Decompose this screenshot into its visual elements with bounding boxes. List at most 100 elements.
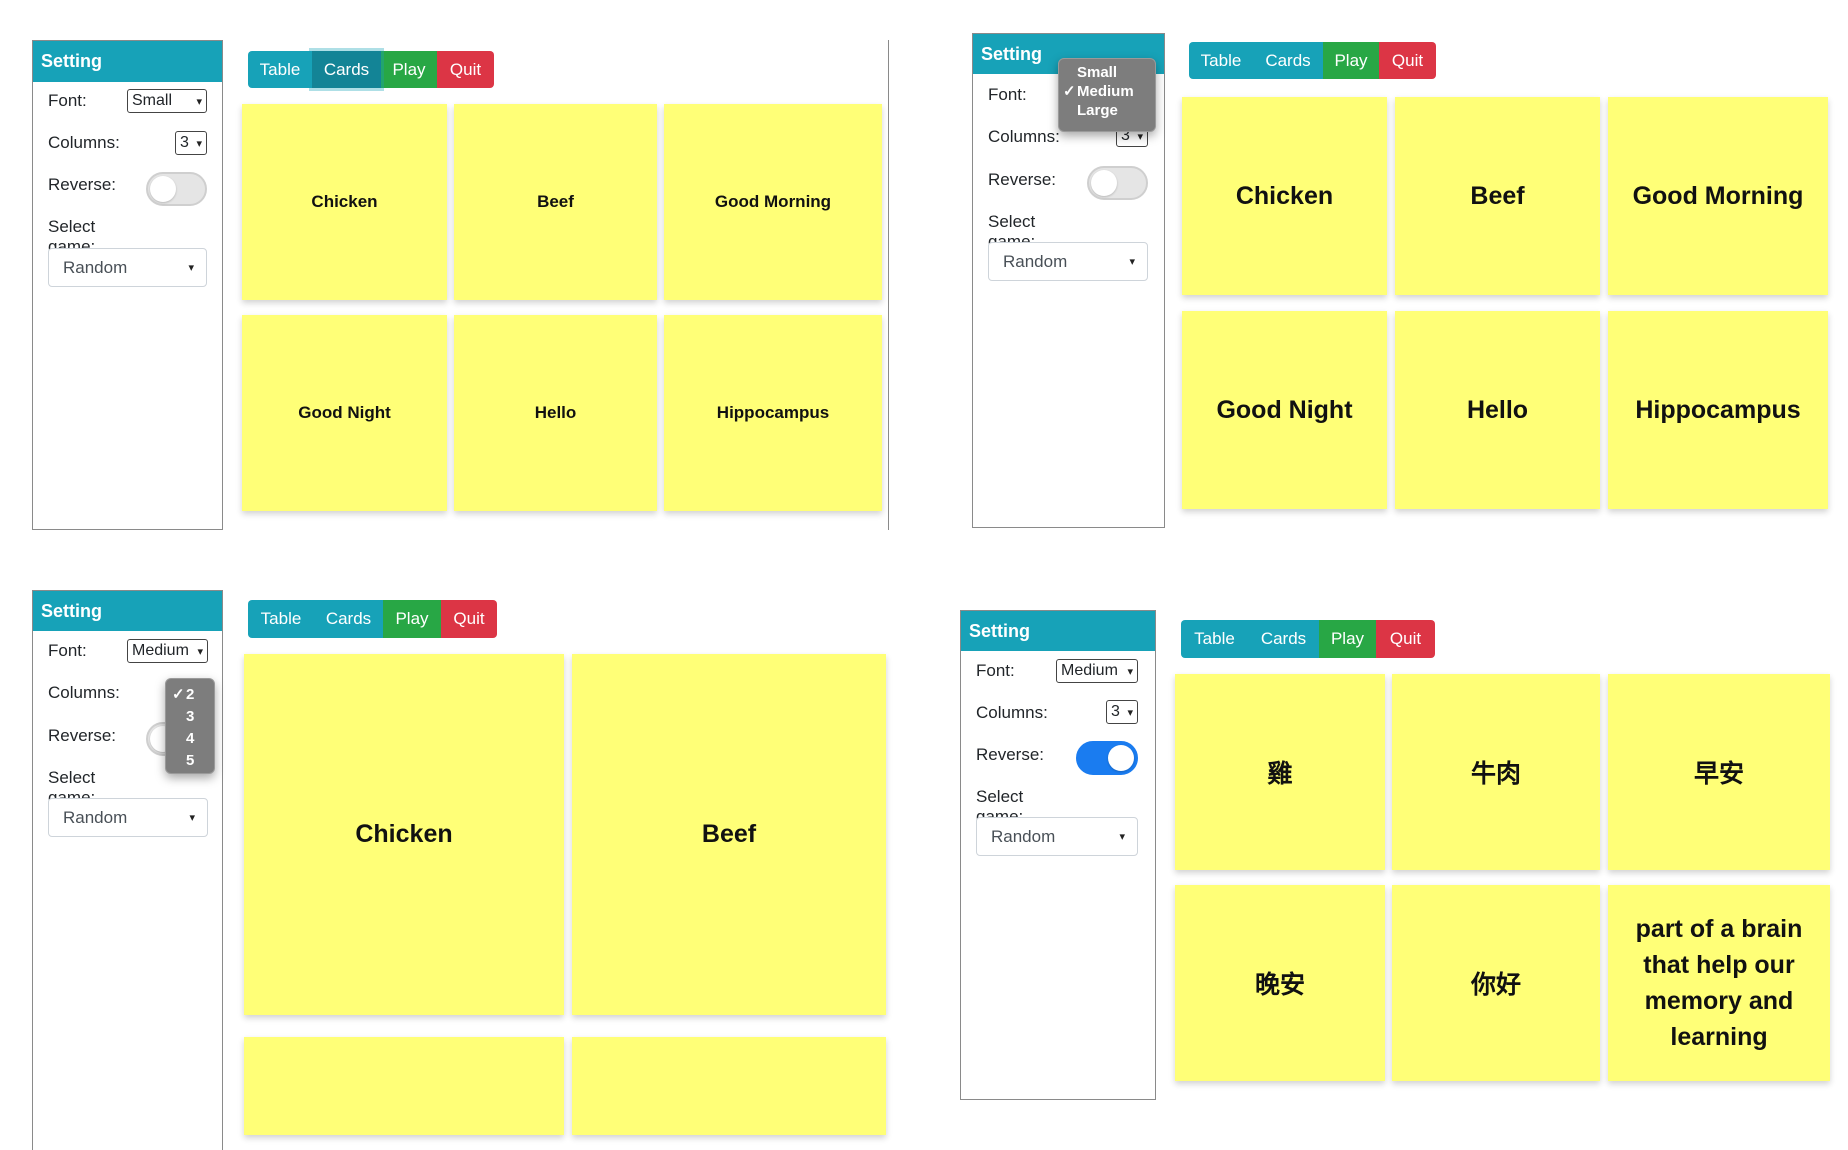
flash-card[interactable]: Beef [1395, 97, 1600, 295]
toggle-knob [1091, 170, 1117, 196]
columns-label: Columns: [48, 683, 120, 702]
chevron-down-icon: ▾ [189, 812, 195, 824]
flash-card[interactable]: 你好 [1392, 885, 1600, 1081]
columns-select[interactable]: 3 ▾ [1106, 700, 1138, 724]
flash-card[interactable]: Hello [454, 315, 657, 511]
game-select[interactable]: Random ▾ [48, 798, 208, 837]
font-select-value: Medium [1061, 662, 1118, 679]
flash-card[interactable]: Hippocampus [1608, 311, 1828, 509]
font-select-value: Medium [132, 642, 189, 659]
content-border [888, 40, 889, 530]
font-label: Font: [988, 85, 1027, 104]
dropdown-option-selected[interactable]: ✓2 [172, 684, 210, 706]
flash-card[interactable]: Chicken [1182, 97, 1387, 295]
mode-button-group: Table Cards Play Quit [248, 600, 497, 638]
columns-label: Columns: [976, 703, 1048, 722]
flash-card[interactable]: Beef [572, 654, 886, 1015]
flash-card[interactable]: 晚安 [1175, 885, 1385, 1081]
flash-card[interactable]: Good Night [242, 315, 447, 511]
reverse-label: Reverse: [988, 170, 1057, 189]
cards-button[interactable]: Cards [314, 600, 383, 638]
columns-select[interactable]: 3 ▾ [175, 131, 207, 155]
cards-button[interactable]: Cards [1253, 42, 1323, 79]
flash-card[interactable]: Good Night [1182, 311, 1387, 509]
quit-button[interactable]: Quit [1379, 42, 1436, 79]
font-select[interactable]: Small ▾ [127, 89, 207, 113]
chevron-down-icon: ▾ [1127, 706, 1133, 719]
flash-card[interactable]: 雞 [1175, 674, 1385, 870]
dropdown-option[interactable]: 5 [172, 750, 210, 772]
chevron-down-icon: ▾ [1127, 665, 1133, 678]
game-select[interactable]: Random ▾ [48, 248, 207, 287]
dropdown-option-selected[interactable]: ✓Medium [1063, 82, 1151, 101]
flash-card[interactable]: Beef [454, 104, 657, 300]
dropdown-option[interactable]: 3 [172, 706, 210, 728]
quit-button[interactable]: Quit [437, 51, 494, 88]
check-icon: ✓ [172, 686, 185, 703]
chevron-down-icon: ▾ [196, 137, 202, 150]
flash-card[interactable]: Hello [1395, 311, 1600, 509]
cards-button[interactable]: Cards [312, 51, 381, 88]
font-select-value: Small [132, 92, 173, 109]
game-select-value: Random [63, 807, 128, 827]
flash-card[interactable] [244, 1037, 564, 1135]
toggle-knob [1108, 745, 1134, 771]
font-dropdown-menu: Small ✓Medium Large [1058, 58, 1156, 132]
flash-card[interactable]: Hippocampus [664, 315, 882, 511]
flash-card[interactable]: 早安 [1608, 674, 1830, 870]
quit-button[interactable]: Quit [441, 600, 497, 638]
columns-label: Columns: [48, 133, 120, 152]
play-button[interactable]: Play [1323, 42, 1379, 79]
columns-select-value: 3 [1111, 703, 1120, 720]
reverse-label: Reverse: [976, 745, 1045, 764]
play-button[interactable]: Play [1319, 620, 1376, 658]
reverse-toggle[interactable] [146, 172, 207, 206]
font-label: Font: [48, 641, 87, 660]
dropdown-option[interactable]: Large [1063, 101, 1151, 120]
font-label: Font: [976, 661, 1015, 680]
reverse-toggle[interactable] [1087, 166, 1148, 200]
settings-header: Setting [33, 591, 222, 631]
game-select-value: Random [991, 826, 1056, 846]
reverse-toggle[interactable] [1076, 741, 1138, 775]
settings-header: Setting [33, 41, 222, 82]
table-button[interactable]: Table [1181, 620, 1248, 658]
mode-button-group: Table Cards Play Quit [1189, 42, 1436, 79]
font-select[interactable]: Medium ▾ [127, 639, 208, 663]
flash-card[interactable]: Chicken [242, 104, 447, 300]
table-button[interactable]: Table [248, 51, 312, 88]
reverse-label: Reverse: [48, 175, 117, 194]
flash-card[interactable]: part of a brain that help our memory and… [1608, 885, 1830, 1081]
mode-button-group: Table Cards Play Quit [1181, 620, 1435, 658]
columns-select-value: 3 [180, 134, 189, 151]
chevron-down-icon: ▾ [197, 645, 203, 658]
check-icon: ✓ [1063, 83, 1076, 100]
dropdown-option[interactable]: 4 [172, 728, 210, 750]
reverse-label: Reverse: [48, 726, 117, 745]
game-select-value: Random [1003, 251, 1068, 271]
table-button[interactable]: Table [1189, 42, 1253, 79]
chevron-down-icon: ▾ [188, 262, 194, 274]
game-select[interactable]: Random ▾ [988, 242, 1148, 281]
settings-header: Setting [961, 611, 1155, 651]
columns-dropdown-menu: ✓2 3 4 5 [165, 678, 215, 774]
chevron-down-icon: ▾ [1129, 256, 1135, 268]
font-select[interactable]: Medium ▾ [1056, 659, 1138, 683]
chevron-down-icon: ▾ [196, 95, 202, 108]
flash-card[interactable]: Chicken [244, 654, 564, 1015]
flash-card[interactable]: Good Morning [664, 104, 882, 300]
play-button[interactable]: Play [381, 51, 437, 88]
cards-button[interactable]: Cards [1248, 620, 1319, 658]
chevron-down-icon: ▾ [1119, 831, 1125, 843]
font-label: Font: [48, 91, 87, 110]
dropdown-option[interactable]: Small [1063, 63, 1151, 82]
toggle-knob [150, 176, 176, 202]
flash-card[interactable]: Good Morning [1608, 97, 1828, 295]
flash-card[interactable] [572, 1037, 886, 1135]
play-button[interactable]: Play [383, 600, 441, 638]
quit-button[interactable]: Quit [1376, 620, 1435, 658]
flash-card[interactable]: 牛肉 [1392, 674, 1600, 870]
game-select[interactable]: Random ▾ [976, 817, 1138, 856]
game-select-value: Random [63, 257, 128, 277]
table-button[interactable]: Table [248, 600, 314, 638]
